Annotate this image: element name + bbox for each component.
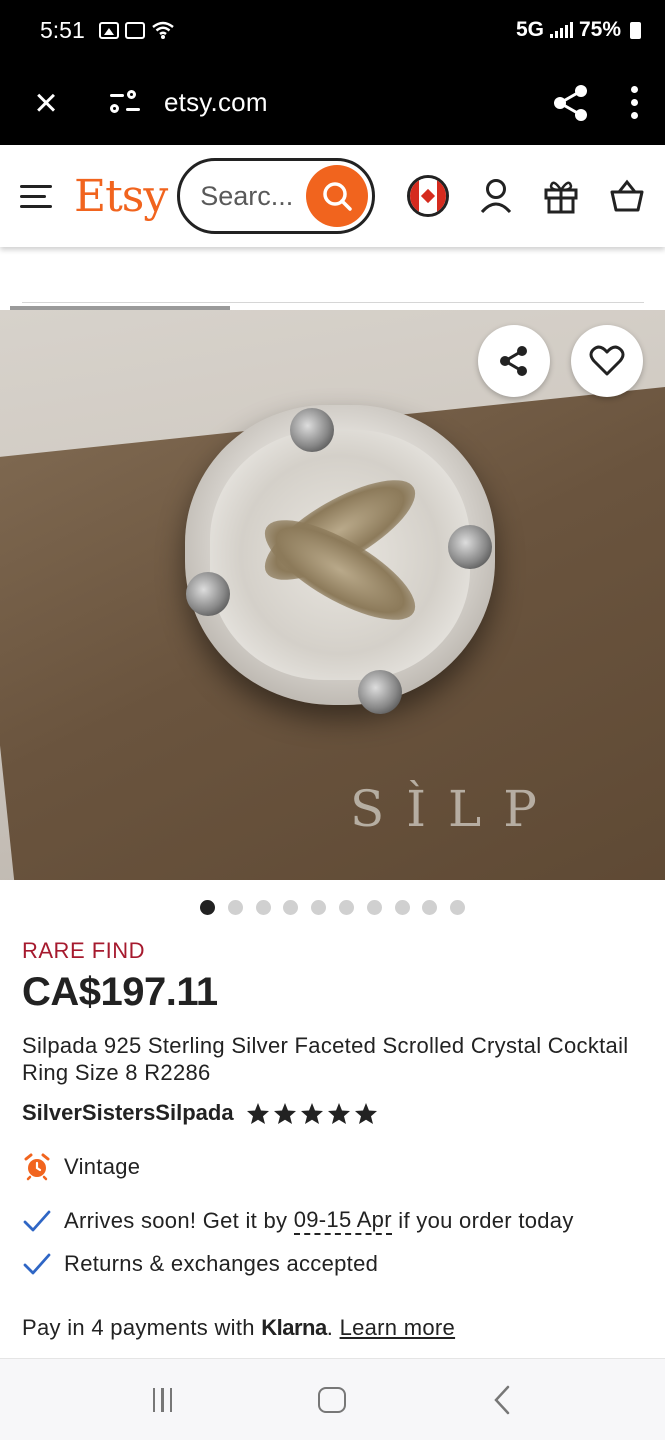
returns-feature: Returns & exchanges accepted	[22, 1249, 378, 1279]
heart-icon	[589, 345, 625, 376]
signal-icon	[549, 22, 573, 38]
notification-icons	[98, 20, 175, 40]
alarm-clock-icon	[22, 1152, 52, 1182]
canada-flag-icon[interactable]	[407, 175, 449, 217]
prong	[358, 670, 402, 714]
header-icons	[407, 175, 645, 217]
search-input[interactable]: Searc...	[177, 158, 376, 234]
account-icon[interactable]	[479, 178, 513, 214]
prong	[448, 525, 492, 569]
brand-watermark: SÌLP	[350, 780, 559, 838]
pay-separator: .	[326, 1315, 334, 1340]
search-button[interactable]	[306, 165, 369, 227]
home-button[interactable]	[318, 1386, 347, 1413]
back-button[interactable]	[492, 1385, 512, 1415]
arrives-suffix: if you order today	[391, 1208, 574, 1233]
share-icon[interactable]	[551, 83, 591, 123]
carousel-dot[interactable]	[338, 900, 354, 915]
carousel-dot[interactable]	[422, 900, 438, 915]
menu-icon[interactable]	[20, 184, 52, 208]
cart-icon[interactable]	[609, 179, 645, 213]
recent-apps-button[interactable]	[152, 1387, 173, 1412]
price: CA$197.11	[22, 970, 218, 1014]
section-divider	[22, 302, 644, 303]
vintage-feature: Vintage	[22, 1152, 140, 1182]
learn-more-link[interactable]: Learn more	[340, 1315, 456, 1340]
product-image[interactable]: SÌLP	[0, 310, 665, 880]
klarna-payment-row: Pay in 4 payments with Klarna. Learn mor…	[22, 1315, 455, 1341]
status-right: 5G 75%	[516, 18, 641, 42]
share-button[interactable]	[478, 325, 550, 397]
favorite-button[interactable]	[571, 325, 643, 397]
carousel-dot[interactable]	[255, 900, 271, 915]
carousel-dot[interactable]	[311, 900, 327, 915]
voicemail-notification-icon	[124, 21, 145, 39]
prong	[290, 408, 334, 452]
product-title: Silpada 925 Sterling Silver Faceted Scro…	[22, 1033, 629, 1085]
carousel-dot[interactable]	[200, 900, 215, 915]
close-icon[interactable]: ×	[26, 83, 66, 123]
prong	[186, 572, 230, 616]
star-icon	[273, 1102, 296, 1124]
arrives-prefix: Arrives soon! Get it by	[64, 1208, 294, 1233]
pay-prefix: Pay in 4 payments with	[22, 1315, 262, 1340]
rare-find-badge: RARE FIND	[22, 938, 146, 963]
etsy-logo[interactable]: Etsy	[74, 171, 168, 222]
rating-stars[interactable]	[246, 1102, 378, 1125]
carousel-dot[interactable]	[227, 900, 243, 915]
battery-percent: 75%	[578, 18, 621, 41]
carousel-dot[interactable]	[283, 900, 299, 915]
status-bar: 5:51 5G 75%	[0, 0, 665, 60]
delivery-dates[interactable]: 09-15 Apr	[293, 1207, 392, 1235]
search-icon	[323, 182, 352, 211]
status-time: 5:51	[40, 16, 85, 43]
check-icon	[22, 1249, 52, 1279]
returns-label: Returns & exchanges accepted	[64, 1251, 379, 1276]
star-icon	[246, 1102, 269, 1124]
shop-name-link[interactable]: SilverSistersSilpada	[22, 1100, 234, 1126]
star-icon	[327, 1102, 350, 1124]
carousel-dot[interactable]	[394, 900, 410, 915]
gallery-notification-icon	[98, 21, 119, 39]
browser-toolbar: × etsy.com	[0, 60, 665, 145]
check-icon	[22, 1206, 52, 1236]
klarna-logo: Klarna	[261, 1315, 327, 1340]
carousel-dot[interactable]	[366, 900, 382, 915]
gift-icon[interactable]	[543, 178, 579, 214]
etsy-header: Etsy Searc...	[0, 145, 665, 247]
system-nav-bar	[0, 1358, 665, 1440]
shop-row: SilverSistersSilpada	[22, 1100, 378, 1126]
wifi-icon	[151, 21, 174, 39]
network-type: 5G	[515, 18, 544, 41]
delivery-feature: Arrives soon! Get it by 09-15 Apr if you…	[22, 1206, 574, 1236]
more-options-icon[interactable]	[629, 86, 639, 119]
site-settings-icon[interactable]	[110, 89, 140, 115]
star-icon	[300, 1102, 323, 1124]
star-icon	[354, 1102, 377, 1124]
carousel-dot[interactable]	[450, 900, 466, 915]
vintage-label: Vintage	[64, 1154, 141, 1179]
url-text[interactable]: etsy.com	[164, 87, 268, 118]
battery-icon	[630, 21, 641, 39]
search-placeholder: Searc...	[200, 180, 294, 211]
share-icon	[500, 346, 527, 376]
